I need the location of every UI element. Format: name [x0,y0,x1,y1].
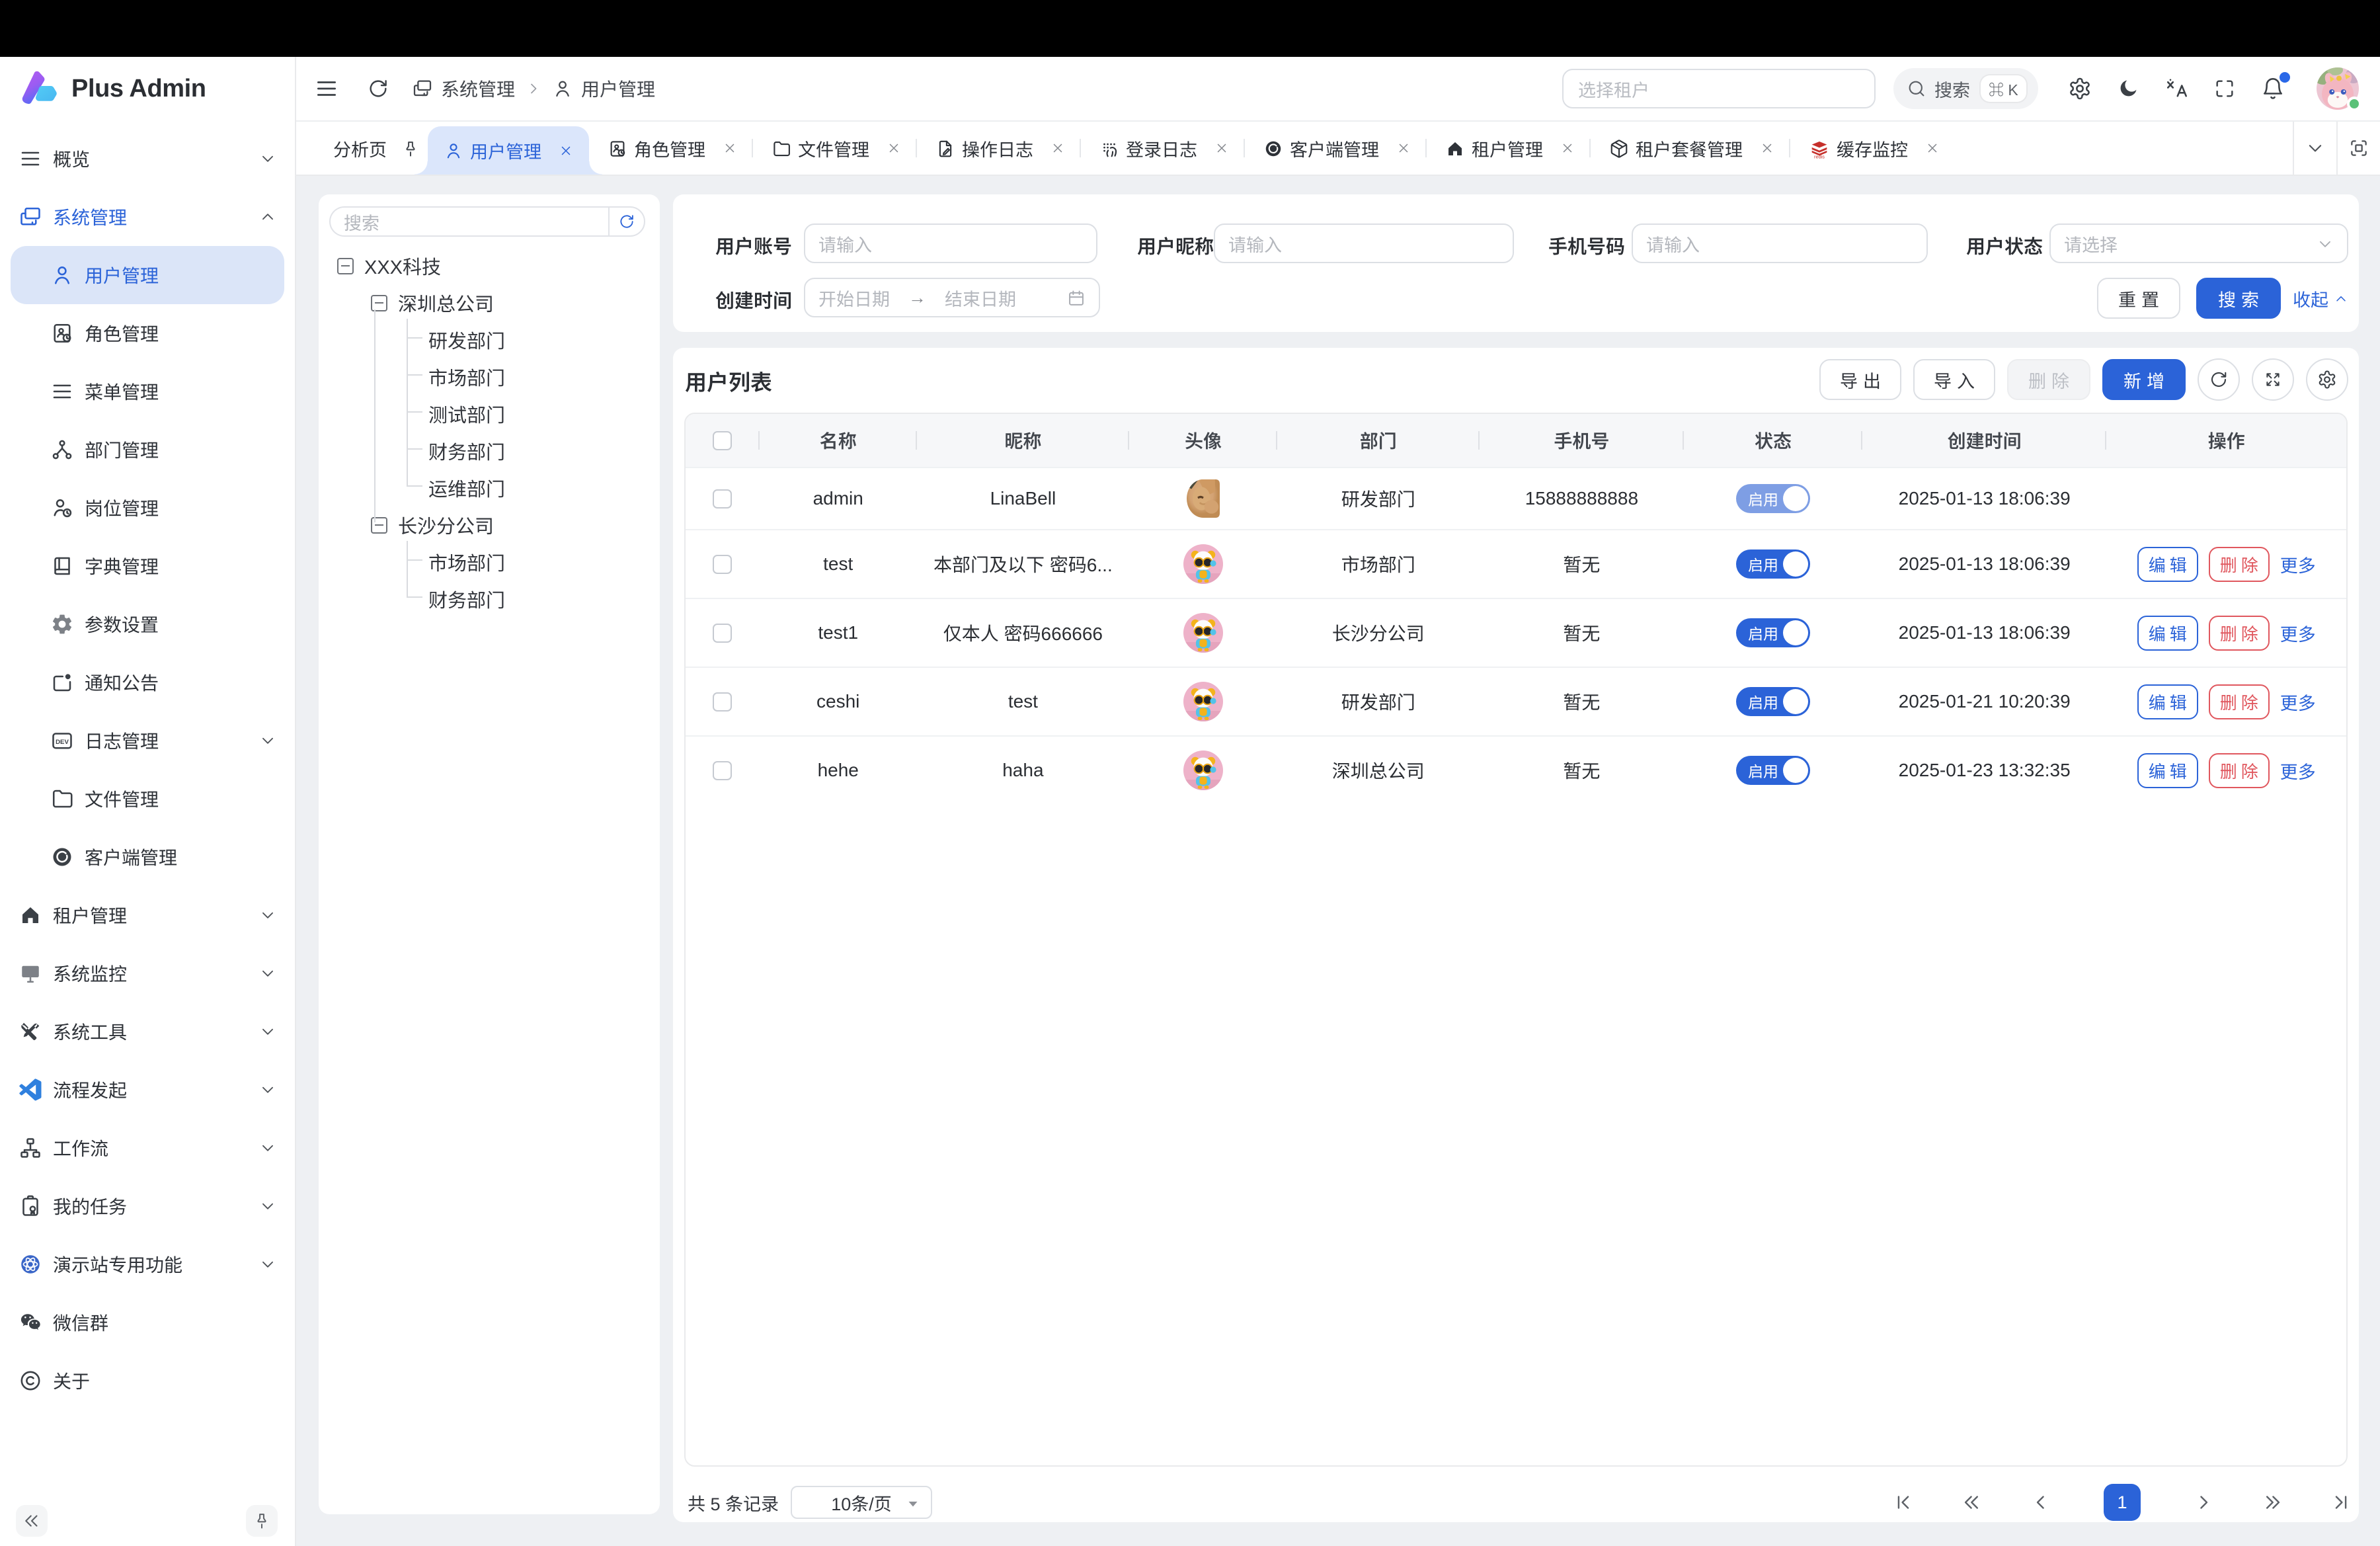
svg-text:DEV: DEV [56,739,69,746]
svg-text:redis: redis [1814,154,1825,159]
